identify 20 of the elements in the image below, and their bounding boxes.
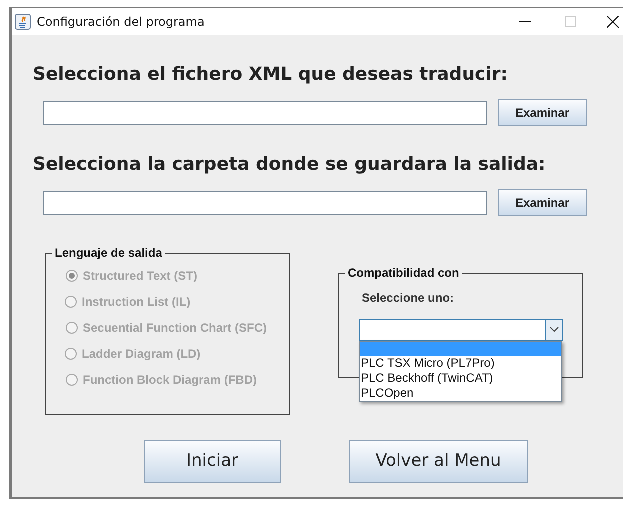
maximize-icon <box>564 16 576 27</box>
dropdown-option[interactable]: PLCOpen <box>360 386 561 401</box>
panel-legend: Compatibilidad con <box>345 266 462 280</box>
dropdown-option[interactable]: PLC Beckhoff (TwinCAT) <box>360 371 561 386</box>
minimize-icon <box>519 21 531 22</box>
path-field[interactable] <box>43 100 487 124</box>
app-icon <box>15 14 31 30</box>
close-icon <box>607 16 619 28</box>
action-button[interactable]: Iniciar <box>144 440 281 483</box>
prompt-label: Seleccione uno: <box>362 290 454 307</box>
dropdown-option[interactable]: PLC TSX Micro (PL7Pro) <box>360 356 561 371</box>
chevron-down-icon[interactable] <box>545 320 562 340</box>
browse-button[interactable]: Examinar <box>498 189 587 216</box>
section-heading: Selecciona la carpeta donde se guardara la salida: <box>33 153 547 177</box>
window-title: Configuración del programa <box>37 14 205 30</box>
path-field[interactable] <box>43 190 487 214</box>
section-heading: Selecciona el fichero XML que deseas traducir: <box>33 63 509 87</box>
panel-legend: Lenguaje de salida <box>52 246 166 260</box>
action-button[interactable]: Volver al Menu <box>349 440 528 483</box>
browse-button[interactable]: Examinar <box>498 99 587 126</box>
